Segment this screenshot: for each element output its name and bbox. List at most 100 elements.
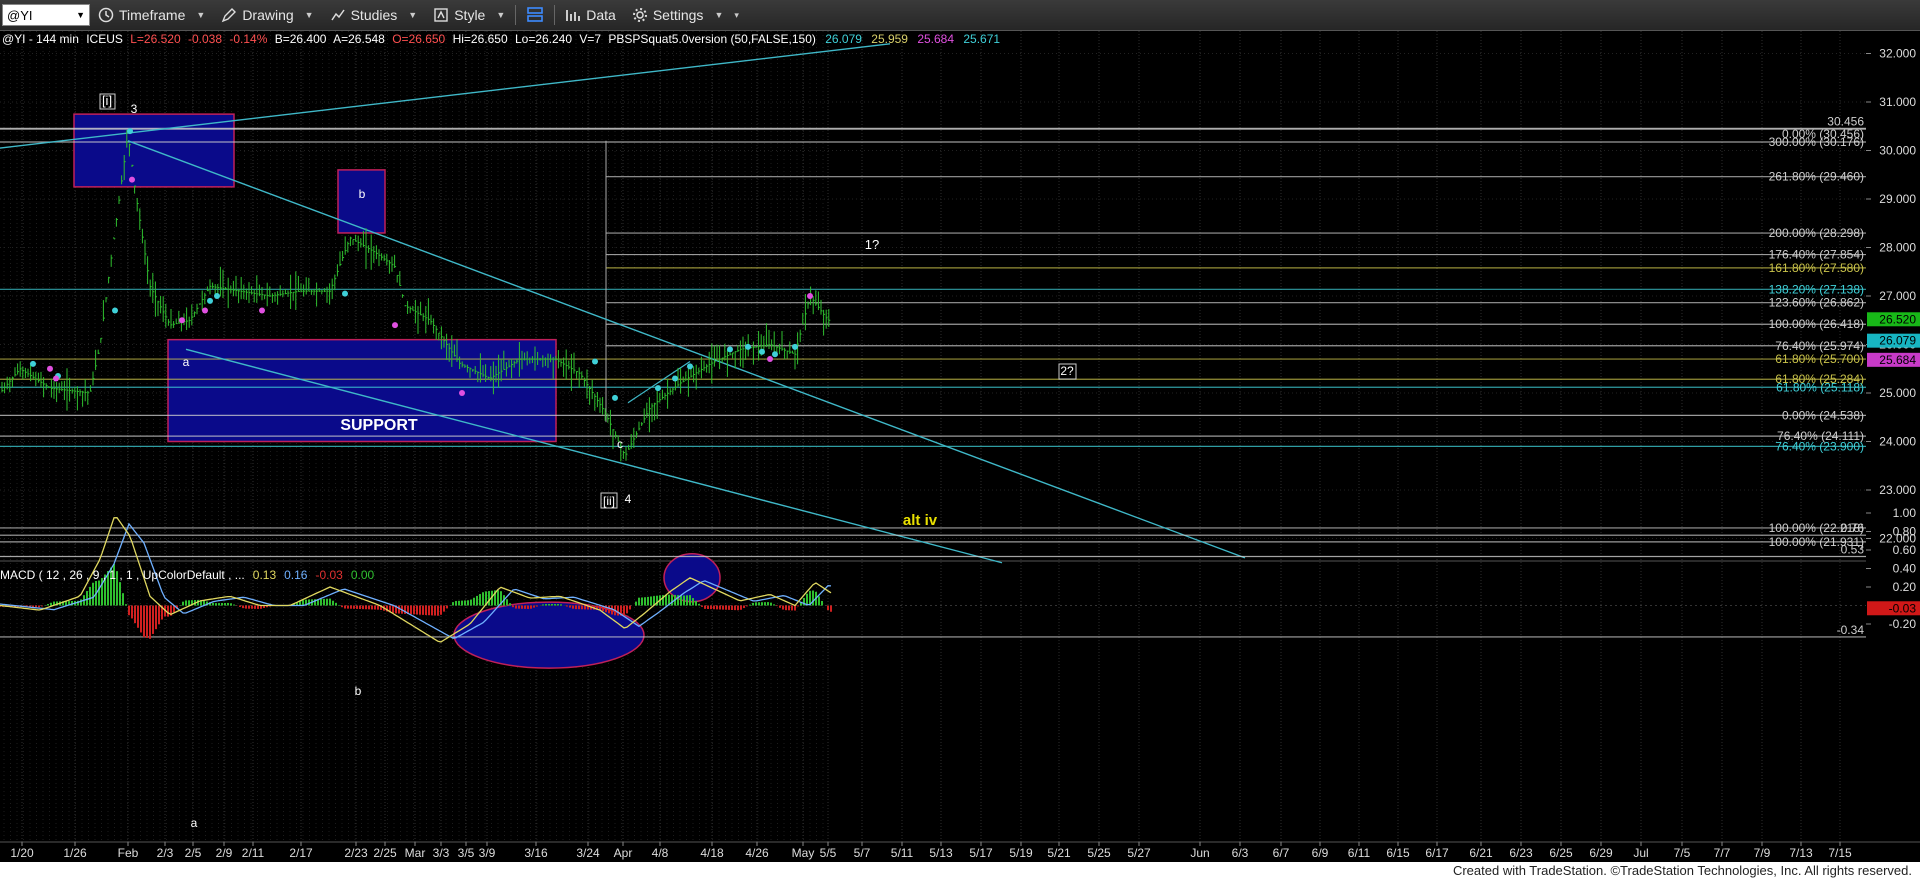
toolbar-divider	[554, 5, 556, 25]
price-axis-label: 27.000	[1879, 289, 1916, 303]
toolbar-divider	[515, 5, 517, 25]
macd-level-label: 0.53	[1841, 542, 1865, 556]
header-high: Hi=26.650	[453, 32, 508, 46]
fib-label: 300.00% (30.176)	[1769, 135, 1864, 149]
price-axis-label: 29.000	[1879, 192, 1916, 206]
date-axis-label: 2/11	[242, 846, 265, 860]
date-axis-label: 2/5	[185, 846, 202, 860]
header-ask: A=26.548	[333, 32, 385, 46]
overflow-icon[interactable]: ▾	[734, 10, 739, 21]
macd-axis-label: 1.00	[1893, 506, 1917, 520]
drawing-menu[interactable]: Drawing ▼	[213, 0, 321, 30]
date-axis-label: 7/15	[1828, 846, 1852, 860]
study-dot	[129, 176, 135, 183]
header-low: Lo=26.240	[515, 32, 572, 46]
date-axis-label: 3/16	[524, 846, 548, 860]
date-axis-label: 5/13	[929, 846, 953, 860]
price-chart[interactable]: MACD ( 12 , 26 , 9 , 1 , 1 , UpColorDefa…	[0, 31, 1920, 862]
study-dot	[30, 360, 36, 367]
clock-icon	[98, 7, 114, 23]
date-axis-label: 4/8	[652, 846, 669, 860]
timeframe-menu[interactable]: Timeframe ▼	[90, 0, 213, 30]
data-menu[interactable]: Data	[557, 0, 624, 30]
study-dot	[792, 343, 798, 350]
macd-wave-label: a	[191, 816, 198, 830]
macd-axis-label: -0.20	[1889, 617, 1917, 631]
chart-toolbar: @YI ▼ Timeframe ▼ Drawing ▼ Studies ▼ St…	[0, 0, 1920, 31]
chevron-down-icon: ▼	[408, 10, 418, 20]
date-axis-label: 1/26	[63, 846, 87, 860]
date-axis-label: 6/7	[1273, 846, 1290, 860]
study-dot	[772, 351, 778, 358]
header-volume: V=7	[579, 32, 601, 46]
date-axis-label: Mar	[405, 846, 426, 860]
macd-zone-ellipse	[663, 553, 721, 603]
fib-label: 76.40% (23.900)	[1775, 439, 1864, 453]
wave-label: [ii]	[603, 494, 615, 508]
date-axis-label: 6/17	[1425, 846, 1449, 860]
pencil-icon	[222, 8, 237, 23]
header-change: -0.038	[188, 32, 222, 46]
date-axis-label: 6/3	[1232, 846, 1249, 860]
last-price-tag-label: 26.079	[1879, 334, 1916, 348]
date-axis-label: 5/25	[1087, 846, 1111, 860]
wave-label: 3	[131, 102, 138, 116]
settings-menu[interactable]: Settings ▼ ▾	[624, 0, 747, 30]
price-axis-label: 30.000	[1879, 144, 1916, 158]
date-axis-label: 6/29	[1589, 846, 1613, 860]
date-axis-label: 2/17	[289, 846, 313, 860]
chevron-down-icon: ▼	[496, 10, 506, 20]
date-axis-label: 2/25	[373, 846, 397, 860]
macd-axis-label: 0.80	[1893, 525, 1917, 539]
date-axis-label: 3/24	[576, 846, 600, 860]
header-study-value: 25.671	[963, 32, 1000, 46]
fib-label: 61.80% (25.118)	[1776, 380, 1864, 394]
macd-value: -0.03	[315, 568, 343, 582]
fib-label: 200.00% (28.298)	[1769, 226, 1864, 240]
study-dot	[207, 297, 213, 304]
study-dot	[592, 358, 598, 365]
last-price-tag-label: 26.520	[1879, 312, 1916, 326]
header-bid: B=26.400	[275, 32, 327, 46]
date-axis-label: 5/19	[1009, 846, 1033, 860]
study-dot	[202, 307, 208, 314]
studies-icon	[330, 9, 345, 21]
fib-label: 123.60% (26.862)	[1769, 296, 1864, 310]
study-dot	[127, 128, 133, 135]
study-dot	[807, 293, 813, 299]
date-axis-label: 6/15	[1386, 846, 1410, 860]
header-change-pct: -0.14%	[229, 32, 267, 46]
copyright-footer: Created with TradeStation. ©TradeStation…	[0, 862, 1920, 879]
fib-label: 100.00% (26.418)	[1769, 317, 1864, 331]
macd-value: 0.00	[351, 568, 375, 582]
fib-label: 76.40% (25.974)	[1775, 339, 1864, 353]
chevron-down-icon: ▼	[714, 10, 724, 20]
fib-label: 176.40% (27.854)	[1769, 248, 1864, 262]
study-dot	[687, 363, 693, 370]
wave-b-box	[337, 169, 386, 234]
study-dot	[392, 322, 398, 329]
date-axis-label: 6/23	[1509, 846, 1533, 860]
wave-label: 4	[625, 492, 632, 506]
date-axis-label: 5/27	[1127, 846, 1151, 860]
date-axis-label: 7/5	[1674, 846, 1691, 860]
studies-menu[interactable]: Studies ▼	[322, 0, 426, 30]
wave-label: 1?	[865, 237, 879, 252]
macd-axis-label: 0.60	[1893, 543, 1917, 557]
price-axis-label: 32.000	[1879, 47, 1916, 61]
header-study-value: 25.959	[871, 32, 908, 46]
header-study-value: 26.079	[825, 32, 862, 46]
price-axis-label: 25.000	[1879, 386, 1916, 400]
style-menu[interactable]: Style ▼	[425, 0, 513, 30]
study-dot	[47, 365, 53, 372]
macd-value: 0.16	[284, 568, 308, 582]
date-axis-label: 5/17	[969, 846, 993, 860]
price-axis-label: 28.000	[1879, 241, 1916, 255]
date-axis-label: 5/5	[820, 846, 837, 860]
wave-label: SUPPORT	[340, 417, 418, 434]
chevron-down-icon[interactable]: ▼	[76, 10, 85, 20]
layout-button[interactable]	[518, 0, 552, 30]
symbol-input[interactable]: @YI ▼	[2, 4, 90, 26]
fib-label: 261.80% (29.460)	[1769, 170, 1864, 184]
study-dot	[727, 346, 733, 353]
